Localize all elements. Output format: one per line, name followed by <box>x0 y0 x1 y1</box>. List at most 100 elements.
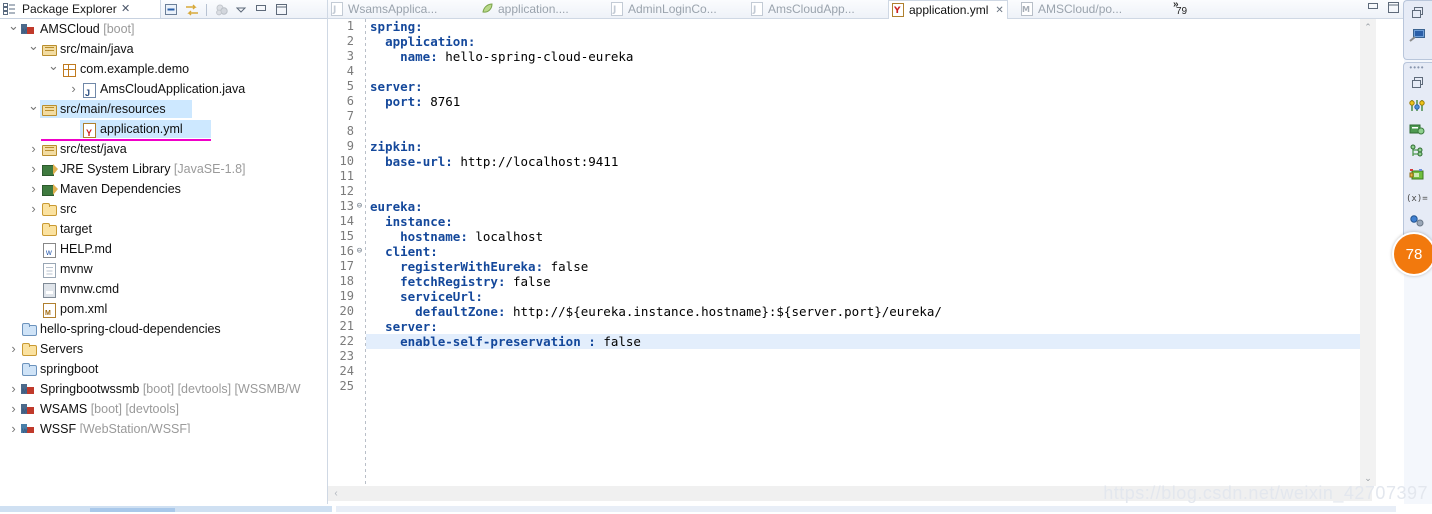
maximize-icon[interactable] <box>273 2 290 18</box>
explorer-scroll-thumb[interactable] <box>90 508 175 512</box>
editor-minimize-icon[interactable] <box>1367 2 1380 16</box>
chevron-right-icon[interactable]: › <box>28 199 39 219</box>
tree-item-mvnw[interactable]: mvnw <box>0 259 322 279</box>
chevron-right-icon[interactable]: › <box>8 399 19 419</box>
editor-maximize-icon[interactable] <box>1387 1 1400 17</box>
code-line-19[interactable]: 19 serviceUrl: <box>328 289 1364 304</box>
editor-tab-application[interactable]: application.... <box>478 0 572 18</box>
chevron-right-icon[interactable]: › <box>8 379 19 399</box>
chevron-right-icon[interactable]: › <box>28 179 39 199</box>
drag-handle[interactable]: •••• <box>1404 63 1430 72</box>
tree-item-springbootwssmb[interactable]: › M Springbootwssmb [boot] [devtools] [WSS… <box>0 379 322 399</box>
tree-item-amscloud[interactable]: ⌄ M AMSCloud [boot] <box>0 19 322 39</box>
view-menu-icon[interactable] <box>233 2 250 18</box>
chevron-right-icon[interactable]: › <box>28 139 39 159</box>
code-line-11[interactable]: 11 <box>328 169 1364 184</box>
code-line-16[interactable]: 16 ⊖ client: <box>328 244 1364 259</box>
tree-item-hello-spring-cloud-dependencies[interactable]: hello-spring-cloud-dependencies <box>0 319 322 339</box>
link-with-editor-icon[interactable] <box>183 2 200 18</box>
fold-toggle-icon[interactable]: ⊖ <box>355 199 364 214</box>
code-line-18[interactable]: 18 fetchRegistry: false <box>328 274 1364 289</box>
chevron-right-icon[interactable]: › <box>8 339 19 359</box>
code-line-24[interactable]: 24 <box>328 364 1364 379</box>
scroll-left-icon[interactable]: ‹ <box>328 486 344 501</box>
chevron-right-icon[interactable]: › <box>8 419 19 433</box>
tree-item-maven-dependencies[interactable]: › Maven Dependencies <box>0 179 322 199</box>
code-line-3[interactable]: 3 name: hello-spring-cloud-eureka <box>328 49 1364 64</box>
svg-text:(x)=: (x)= <box>1406 194 1428 204</box>
chevron-right-icon[interactable]: › <box>28 159 39 179</box>
code-line-25[interactable]: 25 <box>328 379 1364 394</box>
tree-item-label: src/test/java <box>60 142 127 156</box>
tree-item-com-example-demo[interactable]: ⌄ com.example.demo <box>0 59 322 79</box>
code-lines[interactable]: 1 spring: 2 application: 3 name: hello-spri… <box>328 19 1364 486</box>
chevron-down-icon[interactable]: ⌄ <box>28 99 39 119</box>
code-line-2[interactable]: 2 application: <box>328 34 1364 49</box>
tree-item-servers[interactable]: › Servers <box>0 339 322 359</box>
focus-on-active-task-icon[interactable] <box>213 2 230 18</box>
code-line-20[interactable]: 20 defaultZone: http://${eureka.instance… <box>328 304 1364 319</box>
code-line-7[interactable]: 7 <box>328 109 1364 124</box>
code-line-10[interactable]: 10 base-url: http://localhost:9411 <box>328 154 1364 169</box>
line-content: application: <box>370 34 475 49</box>
code-line-17[interactable]: 17 registerWithEureka: false <box>328 259 1364 274</box>
restore-icon[interactable] <box>1404 71 1430 94</box>
code-line-1[interactable]: 1 spring: <box>328 19 1364 34</box>
tree-item-src-main-resources[interactable]: ⌄ src/main/resources <box>0 99 322 119</box>
chevron-down-icon[interactable]: ⌄ <box>8 19 19 39</box>
code-line-22[interactable]: 22 enable-self-preservation : false <box>328 334 1364 349</box>
tree-item-application-yml[interactable]: application.yml <box>0 119 322 143</box>
editor-tab-wsamsapplica[interactable]: J WsamsApplica... <box>328 0 440 18</box>
restore-icon[interactable] <box>1404 1 1430 24</box>
scroll-up-icon[interactable]: ⌃ <box>1360 19 1376 35</box>
tree-item-help-md[interactable]: HELP.md <box>0 239 322 263</box>
code-line-13[interactable]: 13 ⊖ eureka: <box>328 199 1364 214</box>
chevron-right-icon[interactable]: › <box>68 79 79 99</box>
editor-tab-amscloud-po[interactable]: M AMSCloud/po... <box>1018 0 1125 18</box>
tree-item-target[interactable]: target <box>0 219 322 239</box>
package-explorer-toolbar <box>163 1 290 18</box>
tree-item-src-test-java[interactable]: › src/test/java <box>0 139 322 159</box>
tree-item-src[interactable]: › src <box>0 199 322 219</box>
code-line-21[interactable]: 21 server: <box>328 319 1364 334</box>
collapse-all-icon[interactable] <box>163 2 180 18</box>
close-icon[interactable]: ✕ <box>121 2 130 15</box>
breakpoints-view-icon[interactable] <box>1404 117 1430 140</box>
code-line-15[interactable]: 15 hostname: localhost <box>328 229 1364 244</box>
servers-view-icon[interactable] <box>1404 163 1430 186</box>
editor-tab-application-yml[interactable]: Yapplication.yml ✕ <box>888 0 1008 20</box>
fold-toggle-icon[interactable]: ⊖ <box>355 244 364 259</box>
tree-item-springboot[interactable]: springboot <box>0 359 322 379</box>
project-tree[interactable]: ⌄ M AMSCloud [boot] ⌄ src/main/java ⌄ com.exam… <box>0 19 322 433</box>
code-line-9[interactable]: 9 zipkin: <box>328 139 1364 154</box>
code-line-8[interactable]: 8 <box>328 124 1364 139</box>
code-line-12[interactable]: 12 <box>328 184 1364 199</box>
expressions-view-icon[interactable]: (x)= <box>1404 186 1430 209</box>
code-line-4[interactable]: 4 <box>328 64 1364 79</box>
yaml-key: zipkin: <box>370 139 423 154</box>
outline-view-icon[interactable] <box>1404 140 1430 163</box>
tree-item-mvnw-cmd[interactable]: mvnw.cmd <box>0 279 322 299</box>
code-line-6[interactable]: 6 port: 8761 <box>328 94 1364 109</box>
notification-badge[interactable]: 78 <box>1392 232 1432 276</box>
chevron-down-icon[interactable]: ⌄ <box>28 39 39 59</box>
editor-tab-adminloginco[interactable]: J AdminLoginCo... <box>608 0 720 18</box>
tree-item-wssf[interactable]: › W WSSF [WebStation/WSSF] <box>0 419 322 433</box>
tree-item-wsams[interactable]: › M WSAMS [boot] [devtools] <box>0 399 322 419</box>
code-line-14[interactable]: 14 instance: <box>328 214 1364 229</box>
minimize-icon[interactable] <box>253 2 270 18</box>
code-line-23[interactable]: 23 <box>328 349 1364 364</box>
code-line-5[interactable]: 5 server: <box>328 79 1364 94</box>
editor-tab-amscloudapp[interactable]: J AmsCloudApp... <box>748 0 858 18</box>
editor-vertical-scrollbar[interactable]: ⌃ ⌄ <box>1360 19 1376 486</box>
tab-close-icon[interactable]: ✕ <box>995 5 1003 16</box>
tree-item-pom-xml[interactable]: pom.xml <box>0 299 322 324</box>
code-editor[interactable]: 1 spring: 2 application: 3 name: hello-spri… <box>328 19 1404 486</box>
console-view-icon[interactable] <box>1404 24 1430 47</box>
debug-view-icon[interactable] <box>1404 209 1430 232</box>
tree-item-src-main-java[interactable]: ⌄ src/main/java <box>0 39 322 59</box>
tree-item-amscloudapplication-java[interactable]: › AmsCloudApplication.java <box>0 79 322 103</box>
variables-view-icon[interactable] <box>1404 94 1430 117</box>
chevron-down-icon[interactable]: ⌄ <box>48 59 59 79</box>
tree-item-jre-system-library[interactable]: › JRE System Library [JavaSE-1.8] <box>0 159 322 179</box>
